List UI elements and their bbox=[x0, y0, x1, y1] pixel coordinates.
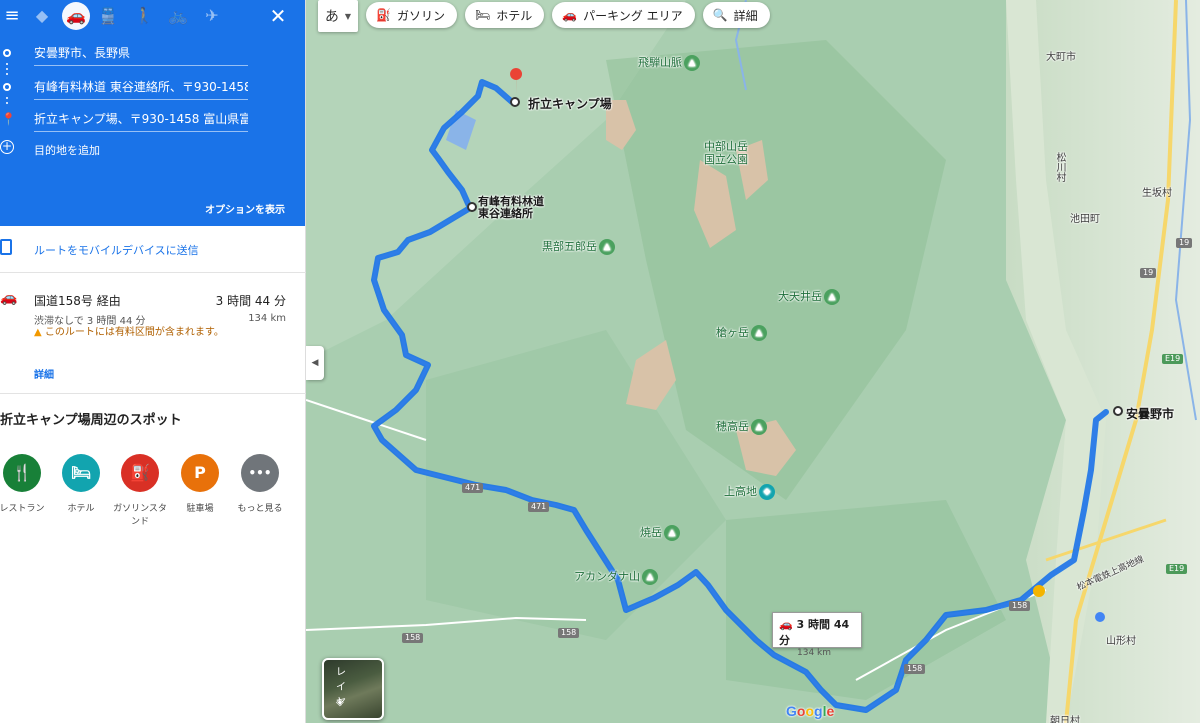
flight-mode-icon[interactable]: ✈ bbox=[200, 4, 224, 28]
directions-header: ≡ ◆ 🚗 🚆 🚶 🚲 ✈ ✕ 安曇野市、長野県 有峰有料林道 東谷連絡所、〒9… bbox=[0, 0, 305, 226]
chip-hotel[interactable]: 🛏 ホテル bbox=[464, 2, 545, 28]
hidayama-label: 飛騨山脈 ▲ bbox=[638, 54, 700, 71]
mountain-icon: ▲ bbox=[599, 239, 615, 255]
spot-restaurant[interactable]: 🍴 レストラン bbox=[0, 454, 50, 516]
mountain-icon: ▲ bbox=[751, 419, 767, 435]
chevron-down-icon: ▼ bbox=[344, 11, 352, 21]
route-distance: 134 km bbox=[248, 313, 286, 324]
more-icon: ••• bbox=[241, 454, 279, 492]
destination-input[interactable]: 折立キャンプ場、〒930-1458 富山県富 bbox=[34, 108, 248, 132]
ikeda-label: 池田町 bbox=[1070, 214, 1100, 225]
nearby-spots-title: 折立キャンプ場周辺のスポット bbox=[0, 413, 182, 428]
mountain-icon: ▲ bbox=[684, 55, 700, 71]
destination-label[interactable]: 折立キャンプ場 bbox=[528, 95, 612, 112]
parking-area-icon: 🚗 bbox=[562, 8, 578, 22]
send-to-mobile-button[interactable]: ルートをモバイルデバイスに送信 bbox=[0, 233, 306, 273]
otenjo-label: 大天井岳 ▲ bbox=[778, 288, 840, 305]
cycling-mode-icon[interactable]: 🚲 bbox=[166, 4, 190, 28]
route-time-callout[interactable]: 🚗 3 時間 44 分 134 km bbox=[772, 612, 862, 658]
akandana-label: アカンダナ山 ▲ bbox=[574, 568, 658, 585]
chevron-left-icon: ◀ bbox=[311, 358, 319, 368]
yamagata-label: 山形村 bbox=[1106, 636, 1136, 647]
collapse-panel-button[interactable]: ◀ bbox=[306, 346, 324, 380]
spot-parking[interactable]: P 駐車場 bbox=[172, 454, 228, 516]
chip-more[interactable]: 🔍 詳細 bbox=[702, 2, 770, 28]
expressway-shield: E19 bbox=[1162, 354, 1184, 364]
category-chip-bar: ⛽ ガソリン 🛏 ホテル 🚗 パーキング エリア 🔍 詳細 bbox=[366, 2, 770, 28]
send-to-device-icon bbox=[0, 239, 12, 255]
route-shield: 471 bbox=[528, 502, 550, 512]
route-shield: 158 bbox=[402, 633, 424, 643]
search-icon: 🔍 bbox=[712, 8, 728, 22]
directions-best-icon[interactable]: ◆ bbox=[30, 4, 54, 28]
chip-parking-area[interactable]: 🚗 パーキング エリア bbox=[552, 2, 695, 28]
car-icon: 🚗 bbox=[0, 290, 18, 306]
route-dots bbox=[6, 97, 8, 107]
waypoint-input[interactable]: 有峰有料林道 東谷連絡所、〒930-1458 bbox=[34, 76, 248, 100]
route-duration: 3 時間 44 分 bbox=[215, 294, 286, 308]
route-shield: 471 bbox=[462, 483, 484, 493]
sightseeing-icon: ◆ bbox=[759, 484, 775, 500]
google-logo: Google bbox=[786, 703, 835, 719]
map-canvas[interactable]: 折立キャンプ場 有峰有料林道 東谷連絡所 安曇野市 飛騨山脈 ▲ 中部山岳 国立公… bbox=[306, 0, 1200, 723]
asahi-label: 朝日村 bbox=[1050, 716, 1080, 723]
kurobe-label: 黒部五郎岳 ▲ bbox=[542, 238, 615, 255]
origin-input[interactable]: 安曇野市、長野県 bbox=[34, 42, 248, 66]
spot-hotel[interactable]: 🛏 ホテル bbox=[53, 454, 109, 516]
kamikochi-label: 上高地 ◆ bbox=[724, 483, 775, 500]
gas-icon: ⛽ bbox=[376, 8, 391, 22]
waypoint-label[interactable]: 有峰有料林道 東谷連絡所 bbox=[478, 196, 544, 220]
route-option-card[interactable]: 🚗 国道158号 経由 3 時間 44 分 渋滞なしで 3 時間 44 分 13… bbox=[0, 274, 306, 394]
directions-panel: ≡ ◆ 🚗 🚆 🚶 🚲 ✈ ✕ 安曇野市、長野県 有峰有料林道 東谷連絡所、〒9… bbox=[0, 0, 306, 723]
toll-warning: ▲ このルートには有料区間が含まれます。 bbox=[34, 327, 224, 338]
route-shield: 19 bbox=[1140, 268, 1157, 278]
close-icon[interactable]: ✕ bbox=[266, 4, 290, 28]
route-shield: 19 bbox=[1176, 238, 1193, 248]
spot-more[interactable]: ••• もっと見る bbox=[232, 454, 288, 516]
plus-icon: + bbox=[0, 139, 14, 154]
input-method-button[interactable]: あ ▼ bbox=[318, 0, 358, 32]
expressway-shield: E19 bbox=[1166, 564, 1188, 574]
show-options-button[interactable]: オプションを表示 bbox=[205, 201, 285, 216]
spot-gas-station[interactable]: ⛽ ガソリンスタンド bbox=[112, 454, 168, 529]
hotaka-label: 穂高岳 ▲ bbox=[716, 418, 767, 435]
hotel-icon: 🛏 bbox=[62, 454, 100, 492]
yake-label: 焼岳 ▲ bbox=[640, 524, 680, 541]
route-dots bbox=[6, 63, 8, 78]
origin-label[interactable]: 安曇野市 bbox=[1126, 405, 1174, 422]
route-shield: 158 bbox=[904, 664, 926, 674]
route-shield: 158 bbox=[558, 628, 580, 638]
hotel-icon: 🛏 bbox=[474, 8, 491, 22]
car-icon: 🚗 bbox=[779, 618, 797, 631]
parking-icon: P bbox=[181, 454, 219, 492]
traffic-note: 渋滞なしで 3 時間 44 分 bbox=[34, 316, 146, 327]
national-park-label: 中部山岳 国立公園 bbox=[704, 140, 748, 166]
gas-station-icon: ⛽ bbox=[121, 454, 159, 492]
warning-icon: ▲ bbox=[34, 327, 45, 338]
layer-toggle-button[interactable]: ◈ レイヤ bbox=[322, 658, 384, 720]
matsukawa-label: 松川村 bbox=[1054, 152, 1065, 182]
walking-mode-icon[interactable]: 🚶 bbox=[132, 4, 156, 28]
details-link[interactable]: 詳細 bbox=[34, 366, 54, 381]
route-shield: 158 bbox=[1009, 601, 1031, 611]
mountain-icon: ▲ bbox=[751, 325, 767, 341]
menu-icon[interactable]: ≡ bbox=[0, 4, 24, 28]
transit-mode-icon[interactable]: 🚆 bbox=[96, 4, 120, 28]
restaurant-icon: 🍴 bbox=[3, 454, 41, 492]
chip-gas[interactable]: ⛽ ガソリン bbox=[366, 2, 457, 28]
mountain-icon: ▲ bbox=[642, 569, 658, 585]
travel-mode-row: ≡ ◆ 🚗 🚆 🚶 🚲 ✈ ✕ bbox=[0, 0, 306, 32]
mountain-icon: ▲ bbox=[664, 525, 680, 541]
mountain-icon: ▲ bbox=[824, 289, 840, 305]
waypoint-dot-icon bbox=[3, 83, 11, 91]
origin-dot-icon bbox=[3, 49, 11, 57]
destination-pin-icon: 📍 bbox=[1, 112, 16, 126]
omachi-label: 大町市 bbox=[1046, 52, 1076, 63]
driving-mode-button[interactable]: 🚗 bbox=[62, 2, 90, 30]
yari-label: 槍ヶ岳 ▲ bbox=[716, 324, 767, 341]
ikusaka-label: 生坂村 bbox=[1142, 188, 1172, 199]
terrain-layer bbox=[306, 0, 1200, 723]
route-via: 国道158号 経由 bbox=[34, 294, 121, 308]
